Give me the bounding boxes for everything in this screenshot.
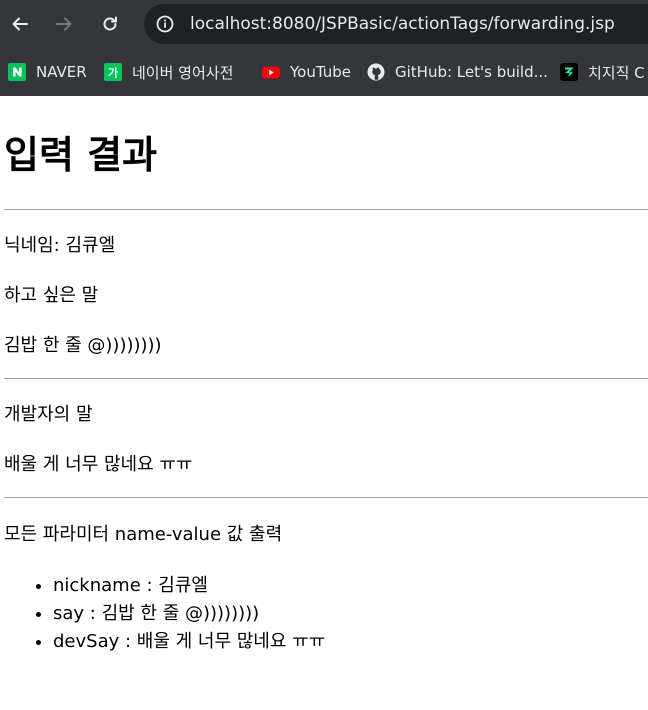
naver-icon [8, 63, 26, 81]
list-item: say : 김밥 한 줄 @)))))))) [53, 600, 325, 628]
bookmark-youtube[interactable]: YouTube [262, 61, 351, 83]
naver-dictionary-icon: 가 [104, 63, 122, 81]
bookmark-label: 네이버 영어사전 [132, 63, 234, 82]
nickname-text: 닉네임: 김큐엘 [4, 235, 116, 256]
info-icon[interactable] [156, 15, 174, 33]
page-title: 입력 결과 [4, 133, 158, 177]
say-heading: 하고 싶은 말 [4, 285, 99, 306]
url-text[interactable]: localhost:8080/JSPBasic/actionTags/forwa… [190, 4, 615, 44]
bookmark-label: YouTube [290, 63, 351, 81]
bookmark-label: NAVER [36, 63, 87, 81]
dev-value: 배울 게 너무 많네요 ㅠㅠ [4, 454, 193, 475]
youtube-icon [262, 63, 280, 81]
back-button[interactable] [9, 13, 31, 35]
dev-heading: 개발자의 말 [4, 404, 93, 425]
arrow-left-icon [12, 17, 28, 31]
divider [4, 497, 648, 498]
chzzk-icon [560, 63, 578, 81]
param-list: nickname : 김큐엘 say : 김밥 한 줄 @)))))))) de… [4, 572, 325, 656]
bookmark-naver-dictionary[interactable]: 가 네이버 영어사전 [104, 61, 233, 83]
bookmarks-bar: NAVER 가 네이버 영어사전 YouTube GitHub: Let's b… [0, 48, 648, 96]
browser-chrome: localhost:8080/JSPBasic/actionTags/forwa… [0, 0, 648, 96]
url-path: /JSPBasic/actionTags/forwarding.jsp [315, 14, 615, 34]
reload-button[interactable] [99, 13, 121, 35]
divider [4, 209, 648, 210]
bookmark-chzzk[interactable]: 치지직 C [560, 61, 645, 83]
bookmark-label: GitHub: Let's build... [395, 63, 548, 81]
address-bar[interactable]: localhost:8080/JSPBasic/actionTags/forwa… [144, 4, 648, 44]
list-item: nickname : 김큐엘 [53, 572, 325, 600]
reload-icon [103, 16, 117, 31]
say-value: 김밥 한 줄 @)))))))) [4, 335, 162, 356]
bookmark-github[interactable]: GitHub: Let's build... [367, 61, 548, 83]
params-heading: 모든 파라미터 name-value 값 출력 [4, 524, 283, 545]
url-host: localhost:8080 [190, 14, 316, 34]
list-item: devSay : 배울 게 너무 많네요 ㅠㅠ [53, 628, 325, 656]
github-icon [367, 63, 385, 81]
arrow-right-icon [56, 17, 72, 31]
svg-text:가: 가 [108, 66, 118, 80]
bookmark-naver[interactable]: NAVER [8, 61, 87, 83]
browser-toolbar: localhost:8080/JSPBasic/actionTags/forwa… [0, 0, 648, 48]
divider [4, 378, 648, 379]
bookmark-label: 치지직 C [588, 63, 645, 82]
forward-button[interactable] [53, 13, 75, 35]
